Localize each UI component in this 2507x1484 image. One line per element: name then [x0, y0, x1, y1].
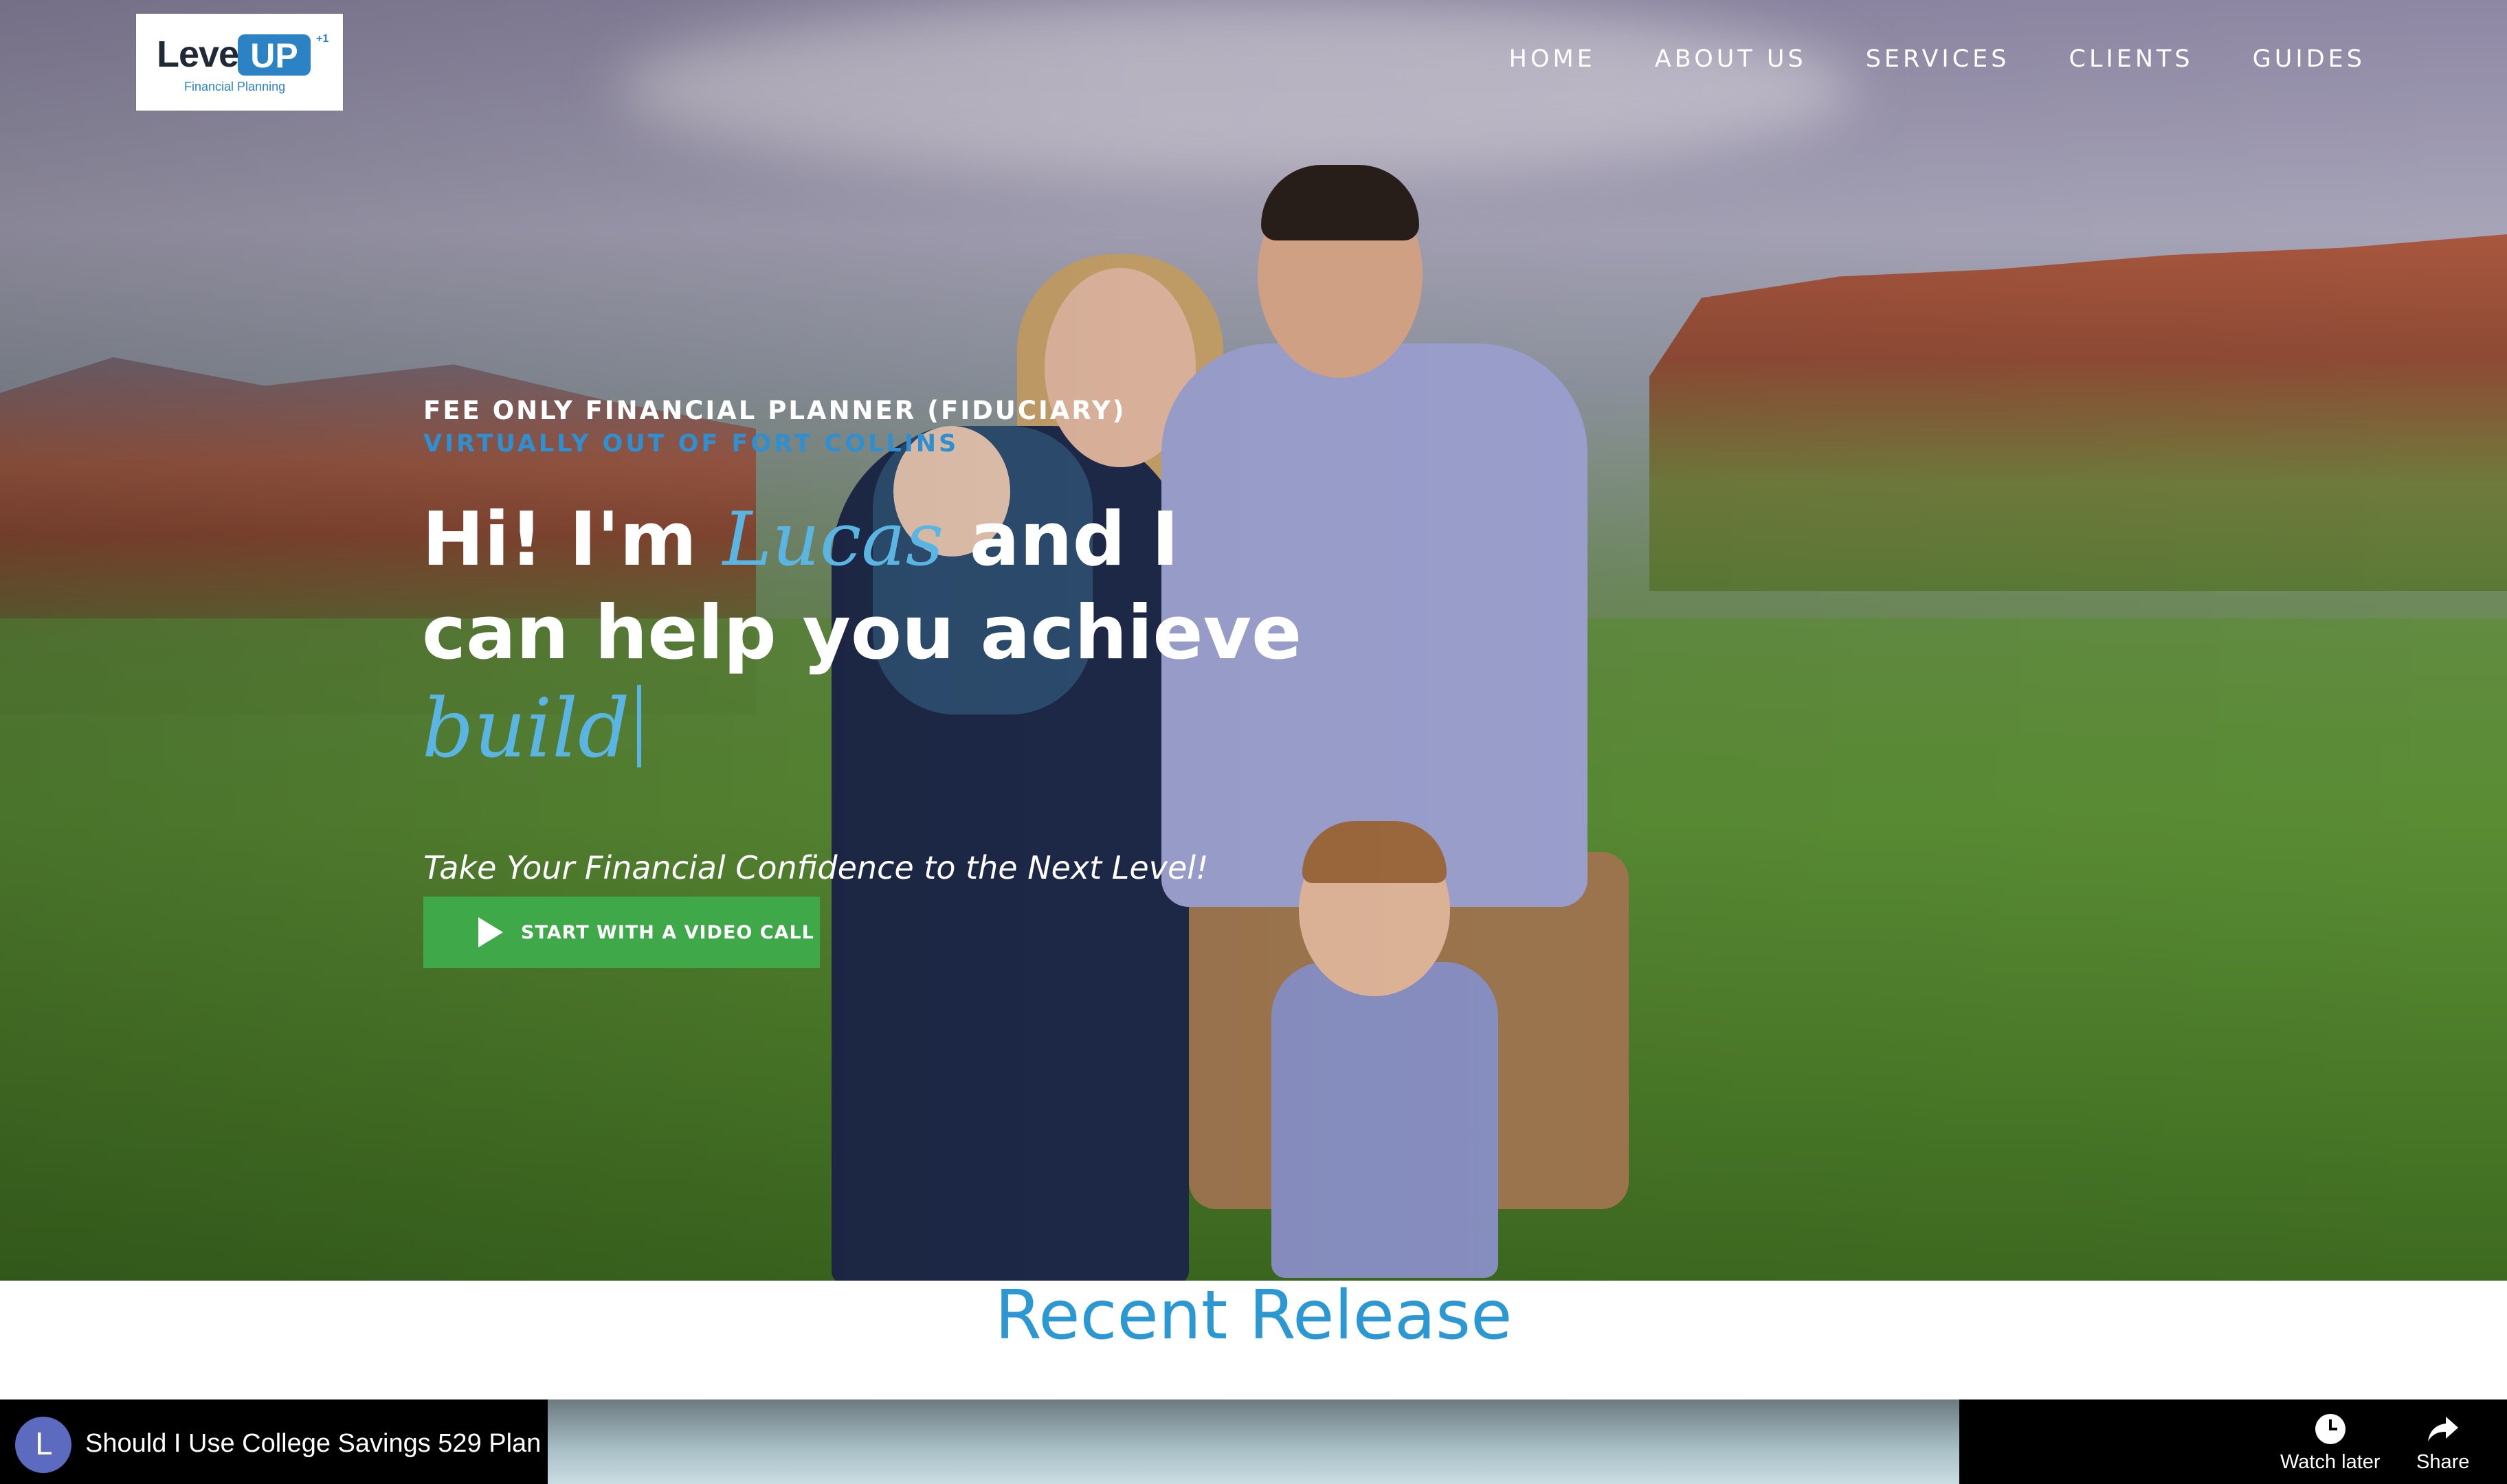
- cta-label: START WITH A VIDEO CALL: [521, 921, 814, 943]
- clock-icon: [2315, 1414, 2346, 1444]
- nav-about-us[interactable]: ABOUT US: [1655, 45, 1807, 73]
- headline-name: Lucas: [722, 497, 944, 583]
- share-icon: [2427, 1417, 2458, 1441]
- typing-caret: [636, 685, 641, 767]
- main-nav: HOME ABOUT US SERVICES CLIENTS GUIDES: [1509, 45, 2365, 73]
- nav-guides[interactable]: GUIDES: [2253, 45, 2365, 73]
- channel-avatar[interactable]: L: [15, 1417, 71, 1473]
- headline-part1: Hi! I'm: [422, 497, 723, 583]
- site-logo[interactable]: Level UP +1 Financial Planning: [136, 14, 343, 111]
- logo-subtitle: Financial Planning: [184, 80, 286, 93]
- hero-headline: Hi! I'm Lucas and I can help you achieve: [422, 493, 1315, 680]
- nav-home[interactable]: HOME: [1509, 45, 1596, 73]
- watch-later-label: Watch later: [2280, 1451, 2381, 1473]
- start-video-call-button[interactable]: START WITH A VIDEO CALL: [423, 897, 820, 968]
- logo-superscript: +1: [316, 33, 329, 45]
- watch-later-button[interactable]: Watch later: [2280, 1414, 2381, 1474]
- section-title: Recent Release: [994, 1277, 1513, 1355]
- hero-tagline: Take Your Financial Confidence to the Ne…: [423, 849, 1209, 886]
- hero-location: VIRTUALLY OUT OF FORT COLLINS: [423, 430, 959, 458]
- hero-eyebrow: FEE ONLY FINANCIAL PLANNER (FIDUCIARY): [423, 396, 1126, 425]
- typed-word-text: build: [422, 681, 630, 776]
- video-thumbnail[interactable]: [548, 1399, 1959, 1484]
- share-button[interactable]: Share: [2416, 1414, 2469, 1474]
- play-icon: [478, 917, 503, 947]
- video-title[interactable]: Should I Use College Savings 529 Plan: [85, 1429, 541, 1459]
- typed-word: build: [422, 680, 641, 776]
- logo-up-badge: UP: [238, 34, 311, 76]
- nav-clients[interactable]: CLIENTS: [2069, 45, 2194, 73]
- nav-services[interactable]: SERVICES: [1866, 45, 2010, 73]
- share-label: Share: [2416, 1451, 2470, 1473]
- logo-word: Level: [157, 34, 249, 75]
